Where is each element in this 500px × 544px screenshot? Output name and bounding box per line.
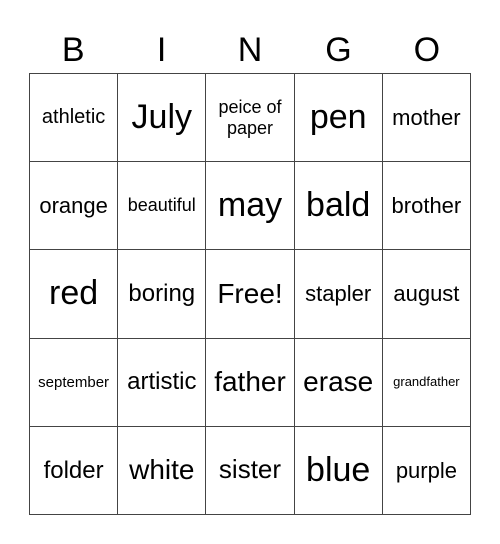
bingo-cell[interactable]: white (118, 426, 207, 515)
bingo-cell[interactable]: mother (382, 74, 471, 163)
bingo-cell[interactable]: sister (206, 426, 295, 515)
bingo-cell[interactable]: may (206, 162, 295, 251)
bingo-cell[interactable]: artistic (118, 338, 207, 427)
free-space-cell[interactable]: Free! (206, 250, 295, 339)
header-letter-n: N (237, 31, 263, 69)
header-letter-i: I (156, 31, 167, 69)
bingo-cell[interactable]: father (206, 338, 295, 427)
bingo-cell[interactable]: erase (294, 338, 383, 427)
bingo-cell[interactable]: august (382, 250, 471, 339)
bingo-cell[interactable]: beautiful (118, 162, 207, 251)
bingo-cell[interactable]: peice of paper (206, 74, 295, 163)
bingo-cell[interactable]: purple (382, 426, 471, 515)
header-letter-b: B (61, 31, 85, 69)
bingo-cell[interactable]: orange (30, 162, 119, 251)
bingo-cell[interactable]: stapler (294, 250, 383, 339)
bingo-grid: athletic July peice of paper pen mother orang… (29, 73, 471, 515)
bingo-cell[interactable]: folder (30, 426, 119, 515)
bingo-cell[interactable]: July (118, 74, 207, 163)
bingo-cell[interactable]: grandfather (382, 338, 471, 427)
bingo-cell[interactable]: september (30, 338, 119, 427)
bingo-header: B I N G O (29, 30, 471, 70)
bingo-cell[interactable]: blue (294, 426, 383, 515)
bingo-cell[interactable]: athletic (30, 74, 119, 163)
header-letter-g: G (325, 31, 352, 69)
bingo-cell[interactable]: pen (294, 74, 383, 163)
header-letter-o: O (413, 31, 441, 69)
bingo-cell[interactable]: red (30, 250, 119, 339)
bingo-cell[interactable]: brother (382, 162, 471, 251)
bingo-cell[interactable]: boring (118, 250, 207, 339)
bingo-cell[interactable]: bald (294, 162, 383, 251)
